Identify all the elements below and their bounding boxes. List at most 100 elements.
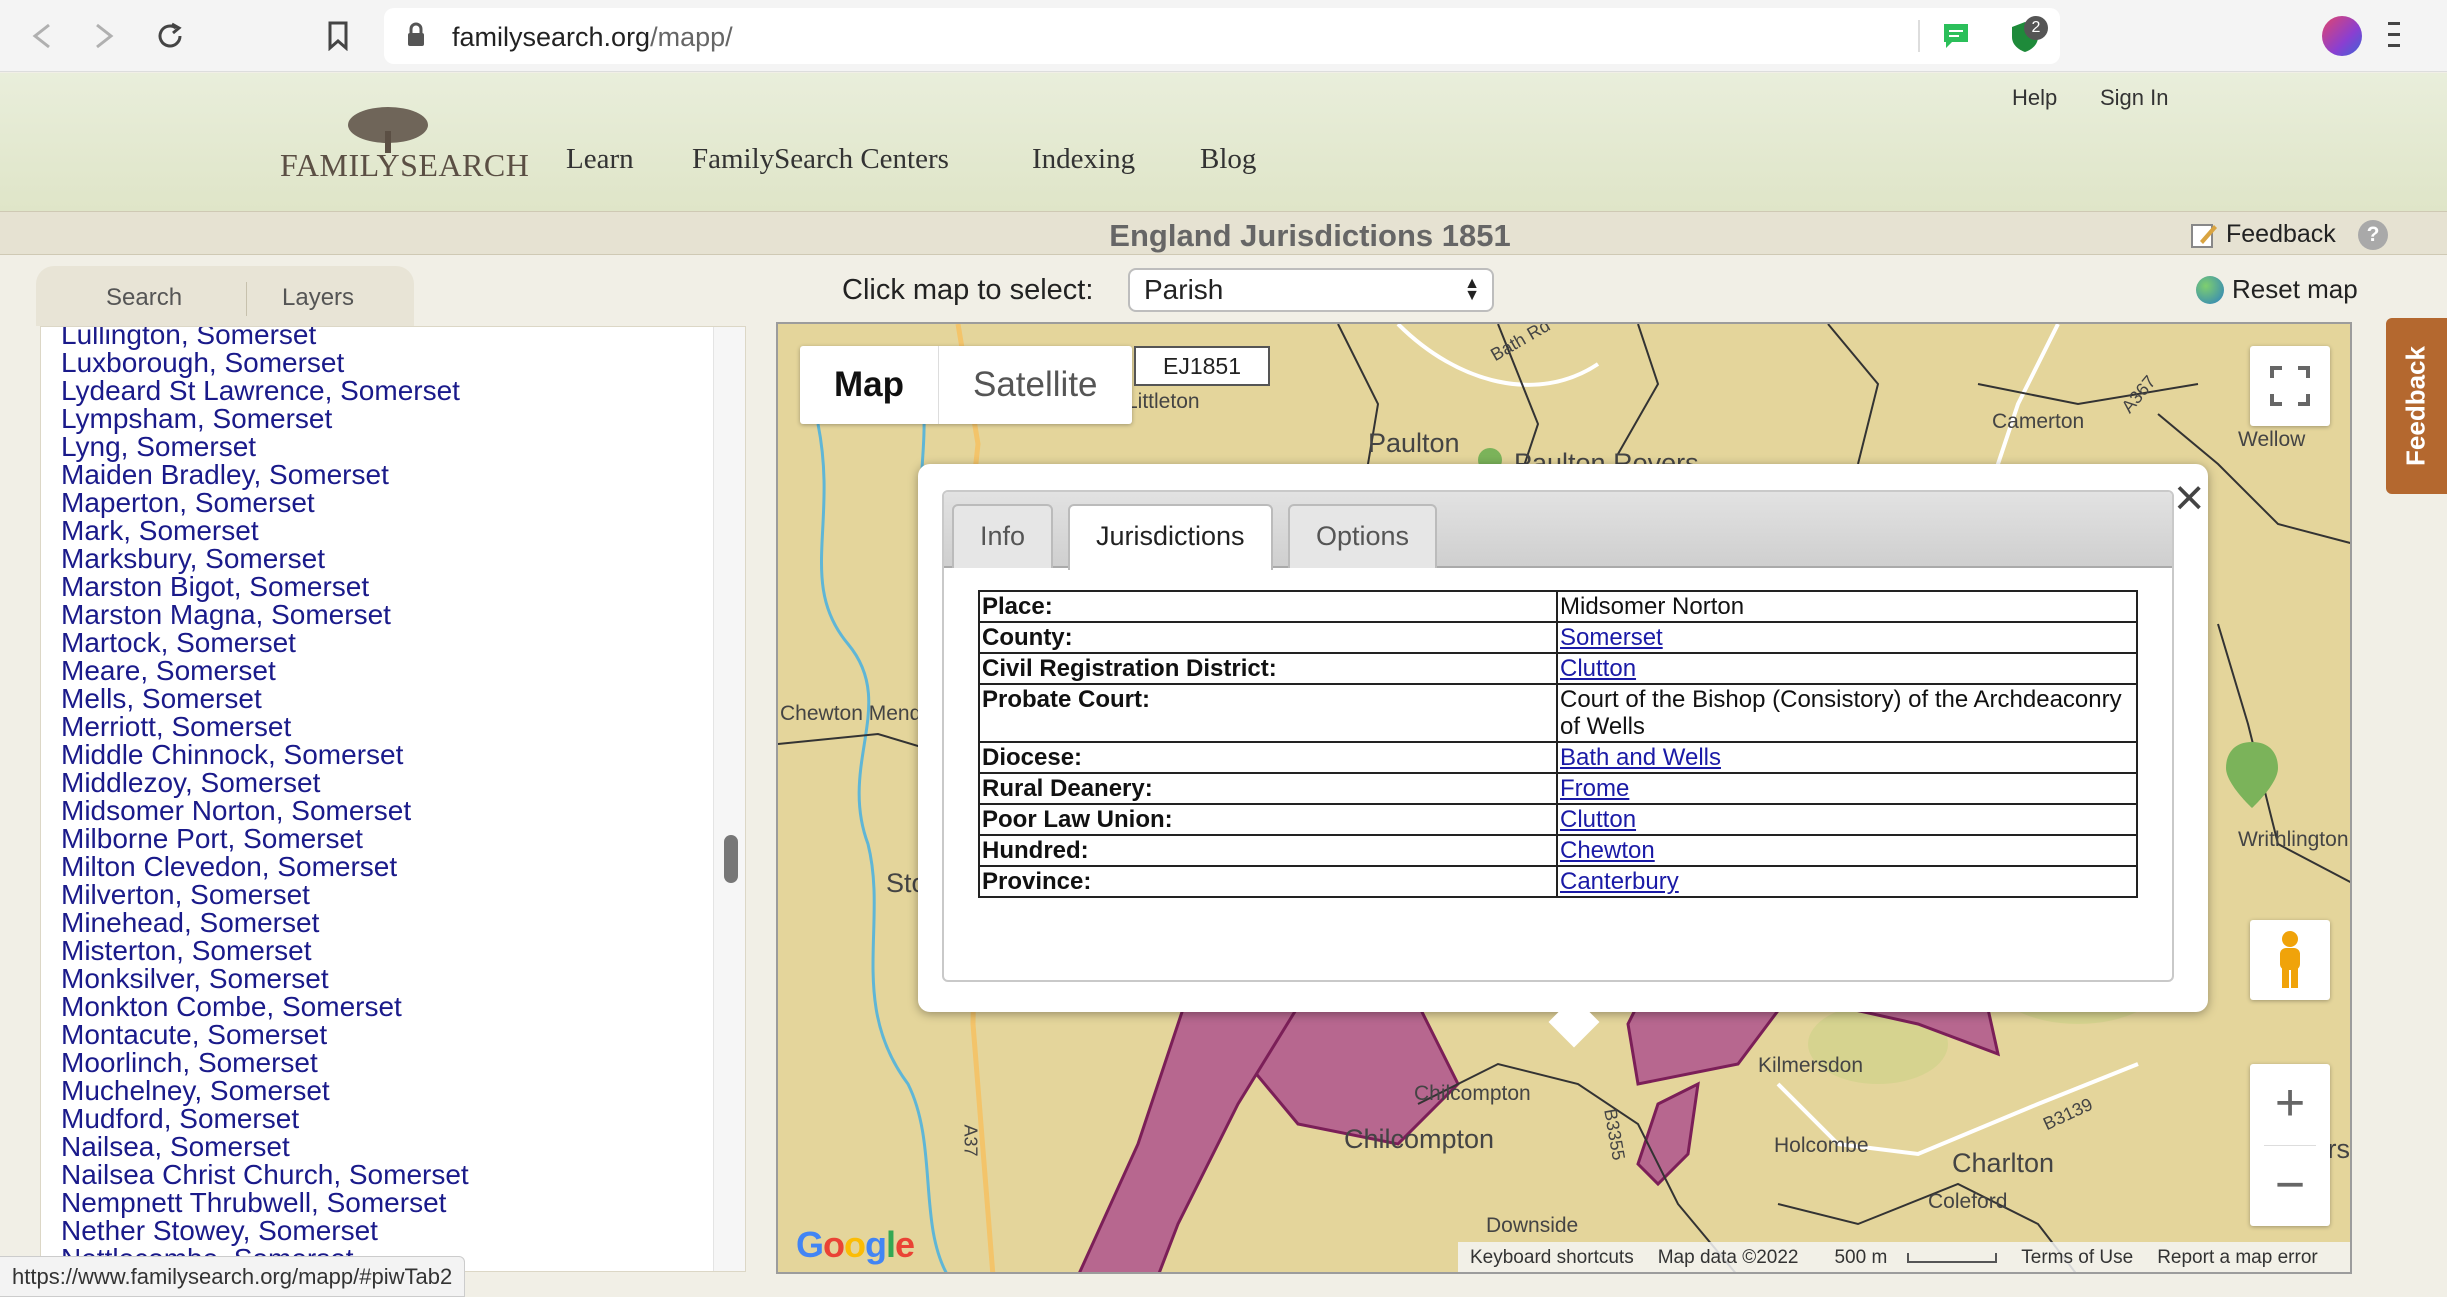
place-list-item[interactable]: Luxborough, Somerset	[61, 349, 469, 377]
place-list-item[interactable]: Lydeard St Lawrence, Somerset	[61, 377, 469, 405]
place-list-item[interactable]: Middle Chinnock, Somerset	[61, 741, 469, 769]
jurisdiction-key: Place:	[978, 590, 1558, 623]
place-list-item[interactable]: Montacute, Somerset	[61, 1021, 469, 1049]
sidebar-scrollbar[interactable]	[713, 327, 745, 1271]
tab-layers[interactable]: Layers	[246, 284, 354, 312]
place-list-item[interactable]: Marston Magna, Somerset	[61, 601, 469, 629]
reset-map-button[interactable]: Reset map	[2196, 274, 2358, 305]
place-list-item[interactable]: Martock, Somerset	[61, 629, 469, 657]
terms-link[interactable]: Terms of Use	[2009, 1247, 2145, 1269]
sign-in-link[interactable]: Sign In	[2100, 85, 2169, 111]
map-label-kilmersdon: Kilmersdon	[1758, 1054, 1864, 1077]
place-list-item[interactable]: Moorlinch, Somerset	[61, 1049, 469, 1077]
street-view-pegman-icon[interactable]	[2250, 920, 2330, 1000]
zoom-in-button[interactable]: +	[2250, 1064, 2330, 1144]
map-type-map-button[interactable]: Map	[800, 346, 939, 424]
tab-options[interactable]: Options	[1288, 504, 1438, 568]
nav-familysearch-centers[interactable]: FamilySearch Centers	[692, 143, 949, 176]
zoom-out-button[interactable]: −	[2250, 1146, 2330, 1226]
reload-icon[interactable]	[150, 16, 190, 56]
jurisdiction-link[interactable]: Frome	[1560, 775, 1629, 802]
selection-type-select[interactable]: Parish ▲ ▼	[1128, 268, 1494, 312]
map-label-charlton: Charlton	[1952, 1148, 2055, 1178]
map-label-chilcompton-small: Chilcompton	[1414, 1082, 1531, 1105]
chat-extension-icon[interactable]	[1940, 20, 1972, 57]
place-list-item[interactable]: Middlezoy, Somerset	[61, 769, 469, 797]
place-list-item[interactable]: Marston Bigot, Somerset	[61, 573, 469, 601]
place-list-item[interactable]: Marksbury, Somerset	[61, 545, 469, 573]
address-bar[interactable]: familysearch.org/mapp/	[384, 8, 2060, 64]
tab-info[interactable]: Info	[952, 504, 1054, 568]
map-label-paulton: Paulton	[1368, 428, 1460, 458]
keyboard-shortcuts-link[interactable]: Keyboard shortcuts	[1458, 1247, 1646, 1269]
jurisdiction-link[interactable]: Clutton	[1560, 655, 1636, 682]
map-label-wellow: Wellow	[2238, 428, 2306, 451]
jurisdiction-key: Poor Law Union:	[978, 803, 1558, 836]
familysearch-logo[interactable]: FAMILYSEARCH	[280, 105, 529, 185]
place-list-item[interactable]: Midsomer Norton, Somerset	[61, 797, 469, 825]
place-list-item[interactable]: Meare, Somerset	[61, 657, 469, 685]
place-list-item[interactable]: Lullington, Somerset	[61, 327, 469, 349]
tab-jurisdictions[interactable]: Jurisdictions	[1068, 504, 1273, 570]
forward-icon[interactable]	[84, 16, 124, 56]
jurisdiction-key: Diocese:	[978, 741, 1558, 774]
place-list-item[interactable]: Merriott, Somerset	[61, 713, 469, 741]
bookmark-icon[interactable]	[318, 16, 358, 56]
jurisdiction-link[interactable]: Bath and Wells	[1560, 744, 1721, 771]
nav-indexing[interactable]: Indexing	[1032, 143, 1135, 176]
place-list-item[interactable]: Monksilver, Somerset	[61, 965, 469, 993]
nav-learn[interactable]: Learn	[566, 143, 634, 176]
map-canvas[interactable]: Littleton Bath Rd Paulton Paulton Rovers…	[776, 322, 2352, 1274]
side-feedback-tab[interactable]: Feedback	[2386, 318, 2447, 494]
popup-tab-bar: Info Jurisdictions Options	[944, 492, 2172, 570]
report-error-link[interactable]: Report a map error	[2145, 1247, 2330, 1269]
map-scale[interactable]: 500 m	[1810, 1247, 2009, 1269]
place-list-item[interactable]: Nailsea Christ Church, Somerset	[61, 1161, 469, 1189]
place-list-item[interactable]: Milborne Port, Somerset	[61, 825, 469, 853]
tab-search[interactable]: Search	[106, 284, 182, 312]
status-bar-url: https://www.familysearch.org/mapp/#piwTa…	[0, 1256, 466, 1297]
map-type-satellite-button[interactable]: Satellite	[939, 346, 1132, 424]
popup-content: Info Jurisdictions Options Place: Midsome…	[942, 490, 2174, 982]
jurisdiction-value: Somerset	[1556, 621, 2138, 654]
place-list-item[interactable]: Nether Stowey, Somerset	[61, 1217, 469, 1245]
place-list-item[interactable]: Mudford, Somerset	[61, 1105, 469, 1133]
place-list-item[interactable]: Maperton, Somerset	[61, 489, 469, 517]
jurisdiction-key: Civil Registration District:	[978, 652, 1558, 685]
place-list-item[interactable]: Monkton Combe, Somerset	[61, 993, 469, 1021]
map-data-text: Map data ©2022	[1657, 1247, 1799, 1268]
layer-label: EJ1851	[1134, 346, 1270, 386]
jurisdiction-link[interactable]: Clutton	[1560, 806, 1636, 833]
place-list-item[interactable]: Muchelney, Somerset	[61, 1077, 469, 1105]
help-icon[interactable]: ?	[2358, 220, 2388, 250]
profile-avatar[interactable]	[2322, 16, 2362, 56]
globe-icon	[2196, 275, 2224, 304]
feedback-link[interactable]: Feedback	[2190, 220, 2336, 249]
place-list-item[interactable]: Milverton, Somerset	[61, 881, 469, 909]
fullscreen-icon[interactable]	[2250, 346, 2330, 426]
nav-blog[interactable]: Blog	[1200, 143, 1256, 176]
menu-icon[interactable]	[2386, 18, 2402, 57]
jurisdiction-row: Civil Registration District: Clutton	[978, 652, 2138, 685]
place-list-item[interactable]: Nempnett Thrubwell, Somerset	[61, 1189, 469, 1217]
jurisdiction-link[interactable]: Canterbury	[1560, 868, 1679, 895]
close-icon[interactable]: ×	[2174, 472, 2204, 524]
help-link[interactable]: Help	[2012, 85, 2057, 111]
map-label-chilcompton: Chilcompton	[1344, 1124, 1495, 1154]
jurisdiction-row: Place: Midsomer Norton	[978, 590, 2138, 623]
place-list-item[interactable]: Nailsea, Somerset	[61, 1133, 469, 1161]
google-logo: Google	[796, 1224, 915, 1265]
jurisdiction-link[interactable]: Chewton	[1560, 837, 1655, 864]
jurisdiction-key: Probate Court:	[978, 683, 1558, 743]
sidebar-scroll-thumb[interactable]	[724, 835, 738, 883]
place-list-item[interactable]: Maiden Bradley, Somerset	[61, 461, 469, 489]
place-list-item[interactable]: Lympsham, Somerset	[61, 405, 469, 433]
place-list-item[interactable]: Minehead, Somerset	[61, 909, 469, 937]
back-icon[interactable]	[22, 16, 62, 56]
place-list-item[interactable]: Mells, Somerset	[61, 685, 469, 713]
place-list-item[interactable]: Misterton, Somerset	[61, 937, 469, 965]
place-list-item[interactable]: Mark, Somerset	[61, 517, 469, 545]
place-list-item[interactable]: Lyng, Somerset	[61, 433, 469, 461]
jurisdiction-link[interactable]: Somerset	[1560, 624, 1663, 651]
place-list-item[interactable]: Milton Clevedon, Somerset	[61, 853, 469, 881]
